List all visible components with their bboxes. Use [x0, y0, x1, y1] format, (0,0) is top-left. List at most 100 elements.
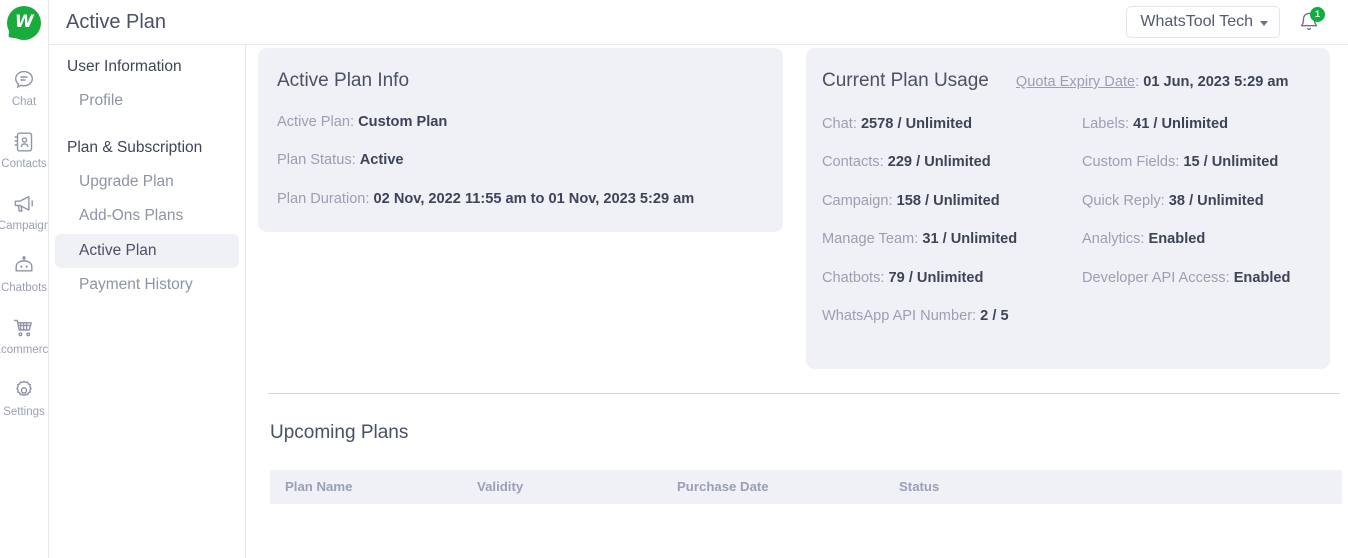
quota-expiry-label[interactable]: Quota Expiry Date [1016, 74, 1135, 90]
app-root: W Chat Contacts Campaign Chatbots commer… [0, 0, 1348, 558]
usage-developer-api-access-value: Enabled [1233, 269, 1291, 286]
usage-manage-team-value: 31 / Unlimited [922, 231, 1018, 248]
chat-icon [12, 68, 36, 92]
contacts-icon [12, 130, 36, 154]
usage-chatbots-label: Chatbots: [822, 269, 889, 286]
main-content: Active Plan Info Active Plan: Custom Pla… [246, 0, 1348, 558]
usage-chat-value: 2578 / Unlimited [860, 115, 973, 132]
settings-icon [12, 378, 36, 402]
plan-status-row: Plan Status: Active [277, 152, 761, 170]
rail-item-list: Chat Contacts Campaign Chatbots commerc … [0, 57, 49, 429]
usage-labels-value: 41 / Unlimited [1133, 115, 1229, 132]
sidebar-item-active-plan[interactable]: Active Plan [55, 233, 239, 269]
sidebar-group-user-information: User Information [67, 58, 182, 75]
usage-analytics-value: Enabled [1148, 231, 1206, 248]
usage-chatbots-value: 79 / Unlimited [888, 269, 984, 286]
plan-status-value: Active [359, 152, 404, 169]
usage-analytics: Analytics: Enabled [1082, 231, 1310, 249]
plan-cards-row: Active Plan Info Active Plan: Custom Pla… [258, 46, 1330, 369]
rail-label-chatbots: Chatbots [0, 281, 48, 294]
usage-custom-fields: Custom Fields: 15 / Unlimited [1082, 154, 1310, 172]
plan-duration-value: 02 Nov, 2022 11:55 am to 01 Nov, 2023 5:… [373, 190, 695, 207]
sidebar: User Information Profile Plan & Subscrip… [49, 0, 246, 558]
usage-custom-fields-value: 15 / Unlimited [1183, 154, 1279, 171]
table-column-purchase-date: Purchase Date [677, 479, 769, 495]
usage-labels: Labels: 41 / Unlimited [1082, 116, 1310, 134]
usage-analytics-label: Analytics: [1082, 231, 1149, 248]
rail-item-campaign[interactable]: Campaign [0, 181, 49, 243]
usage-custom-fields-label: Custom Fields: [1082, 154, 1184, 171]
usage-developer-api-access: Developer API Access: Enabled [1082, 270, 1310, 288]
rail-item-ecommerce[interactable]: Ecommerce [0, 305, 49, 367]
usage-quick-reply-label: Quick Reply: [1082, 192, 1169, 209]
table-header-row: Plan Name Validity Purchase Date Status [270, 470, 1342, 504]
usage-campaign-value: 158 / Unlimited [896, 192, 1000, 209]
plan-duration-label: Plan Duration: [277, 190, 374, 207]
usage-campaign: Campaign: 158 / Unlimited [822, 193, 1066, 211]
active-plan-info-title: Active Plan Info [277, 70, 410, 91]
organization-selector[interactable]: WhatsTool Tech [1126, 6, 1280, 38]
usage-contacts: Contacts: 229 / Unlimited [822, 154, 1066, 172]
app-logo[interactable]: W [0, 0, 48, 45]
current-plan-usage-header: Current Plan Usage Quota Expiry Date: 01… [822, 70, 1310, 93]
usage-whatsapp-api-number-value: 2 / 5 [980, 308, 1009, 325]
usage-column-left: Chat: 2578 / Unlimited Contacts: 229 / U… [822, 95, 1066, 326]
sidebar-item-add-ons-plans[interactable]: Add-Ons Plans [55, 199, 239, 234]
plan-status-label: Plan Status: [277, 152, 360, 169]
table-column-validity: Validity [477, 479, 524, 495]
rail-item-chatbots[interactable]: Chatbots [0, 243, 48, 305]
usage-campaign-label: Campaign: [822, 192, 897, 209]
notification-badge: 1 [1310, 7, 1325, 22]
rail-item-contacts[interactable]: Contacts [0, 119, 48, 181]
table-column-plan-name: Plan Name [285, 479, 353, 495]
table-column-status: Status [899, 479, 940, 495]
logo-letter: W [14, 12, 34, 32]
usage-chat-label: Chat: [822, 115, 861, 132]
sidebar-group-plan-subscription: Plan & Subscription [67, 138, 203, 156]
rail-label-campaign: Campaign [0, 219, 49, 232]
usage-quick-reply-value: 38 / Unlimited [1168, 192, 1264, 209]
usage-developer-api-access-label: Developer API Access: [1082, 269, 1234, 286]
active-plan-row: Active Plan: Custom Plan [277, 114, 761, 132]
usage-quick-reply: Quick Reply: 38 / Unlimited [1082, 193, 1310, 211]
chatbots-icon [12, 254, 36, 278]
sidebar-item-profile[interactable]: Profile [55, 84, 239, 119]
usage-chat: Chat: 2578 / Unlimited [822, 116, 1066, 134]
usage-column-right: Labels: 41 / Unlimited Custom Fields: 15… [1066, 95, 1310, 326]
active-plan-value: Custom Plan [358, 113, 448, 130]
plan-duration-row: Plan Duration: 02 Nov, 2022 11:55 am to … [277, 191, 761, 209]
usage-chatbots: Chatbots: 79 / Unlimited [822, 270, 1066, 288]
current-plan-usage-title: Current Plan Usage [822, 70, 989, 91]
sidebar-item-upgrade-plan[interactable]: Upgrade Plan [55, 165, 239, 200]
active-plan-info-card: Active Plan Info Active Plan: Custom Pla… [258, 48, 783, 233]
current-plan-usage-card: Current Plan Usage Quota Expiry Date: 01… [806, 48, 1330, 369]
chevron-down-icon [1260, 20, 1268, 26]
notifications-button[interactable]: 1 [1296, 7, 1325, 35]
rail-label-chat: Chat [11, 95, 37, 108]
page-title: Active Plan [66, 10, 167, 33]
rail-label-ecommerce: Ecommerce [0, 343, 49, 356]
rail-item-chat[interactable]: Chat [0, 57, 48, 119]
quota-expiry: Quota Expiry Date: 01 Jun, 2023 5:29 am [1016, 74, 1289, 90]
icon-rail: W Chat Contacts Campaign Chatbots commer… [0, 0, 49, 558]
usage-contacts-label: Contacts: [822, 154, 888, 171]
whatstool-logo-icon: W [7, 5, 41, 40]
quota-expiry-value: 01 Jun, 2023 5:29 am [1143, 74, 1289, 90]
campaign-icon [12, 192, 36, 216]
usage-whatsapp-api-number-label: WhatsApp API Number: [822, 308, 981, 325]
usage-grid: Chat: 2578 / Unlimited Contacts: 229 / U… [822, 95, 1310, 326]
sidebar-item-payment-history[interactable]: Payment History [55, 268, 239, 303]
rail-item-settings[interactable]: Settings [0, 367, 48, 429]
organization-name: WhatsTool Tech [1140, 13, 1253, 31]
usage-manage-team: Manage Team: 31 / Unlimited [822, 231, 1066, 249]
usage-manage-team-label: Manage Team: [822, 231, 923, 248]
rail-label-contacts: Contacts [1, 157, 47, 170]
top-header: Active Plan WhatsTool Tech 1 [49, 0, 1348, 45]
usage-labels-label: Labels: [1082, 115, 1134, 132]
active-plan-label: Active Plan: [277, 113, 359, 130]
rail-label-settings: Settings [3, 405, 45, 418]
usage-contacts-value: 229 / Unlimited [887, 154, 991, 171]
header-actions: WhatsTool Tech 1 [1126, 6, 1348, 38]
ecommerce-icon [12, 316, 36, 340]
upcoming-plans-table: Plan Name Validity Purchase Date Status [270, 470, 1342, 504]
